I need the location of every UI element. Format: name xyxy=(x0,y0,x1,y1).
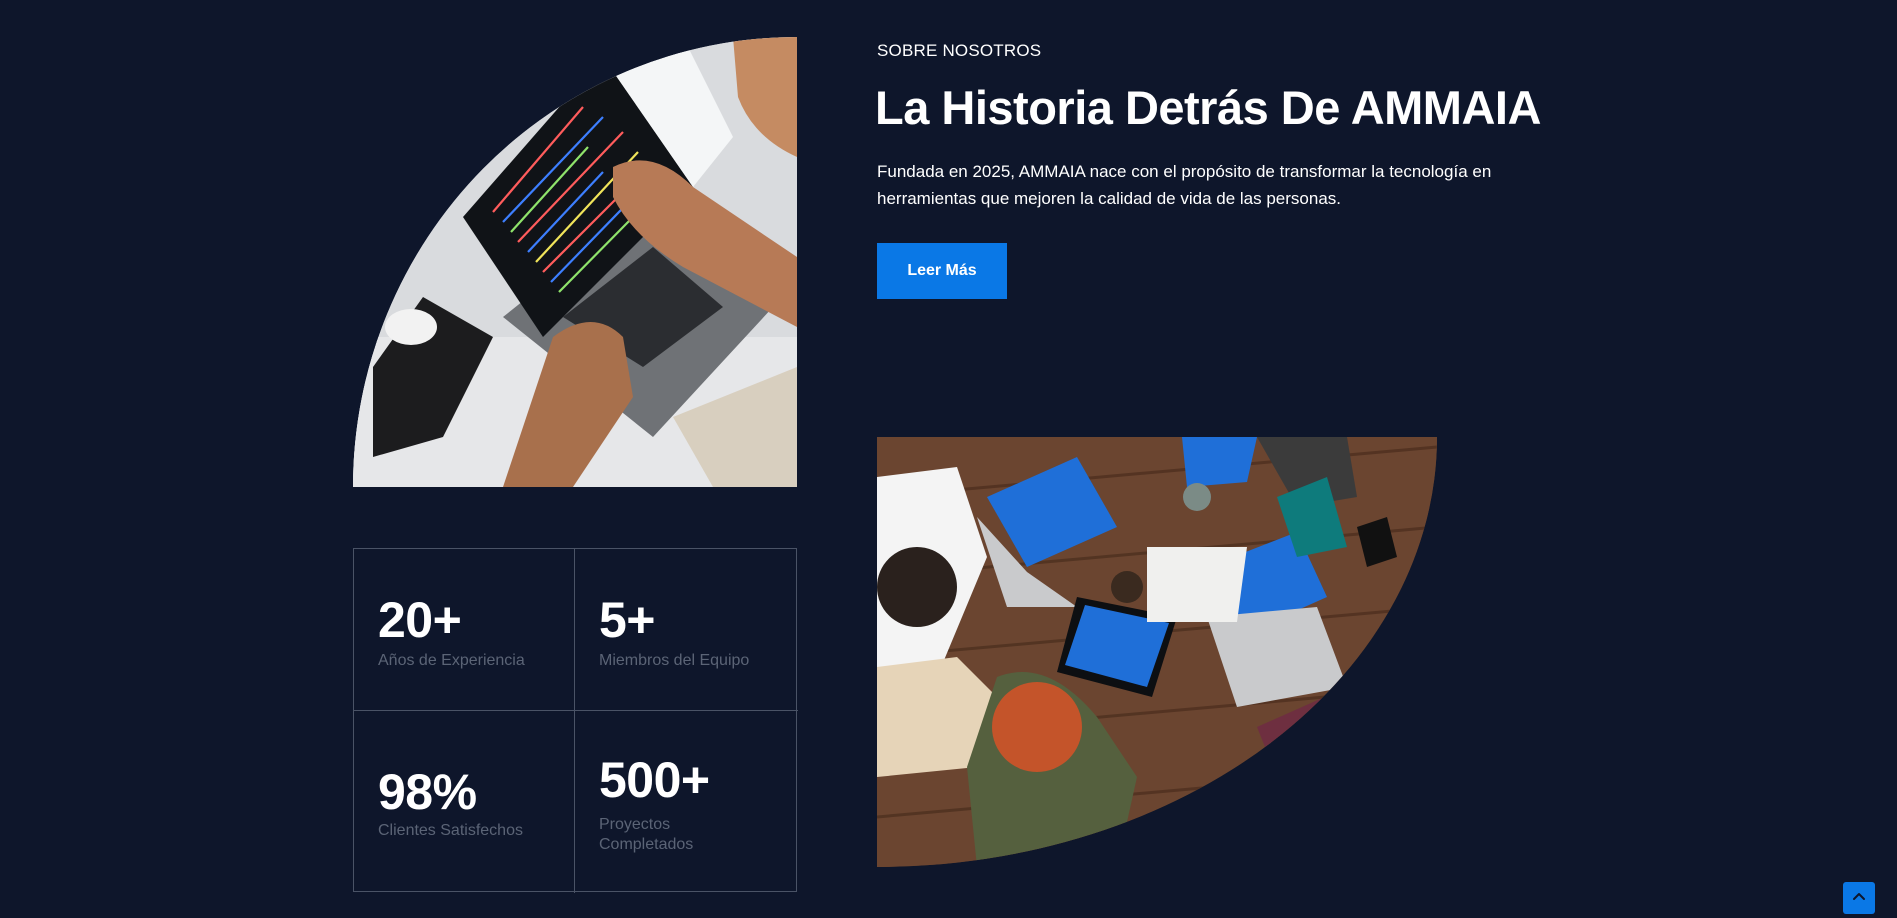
about-section: SOBRE NOSOTROS La Historia Detrás De AMM… xyxy=(0,0,1897,918)
chevron-up-icon xyxy=(1851,889,1867,908)
stat-value: 500+ xyxy=(599,752,710,808)
read-more-button[interactable]: Leer Más xyxy=(877,243,1007,299)
section-eyebrow: SOBRE NOSOTROS xyxy=(877,41,1042,60)
stat-label: Proyectos Completados xyxy=(599,816,694,853)
stat-value: 5+ xyxy=(599,592,656,648)
stat-value: 20+ xyxy=(378,592,462,648)
stat-satisfied-clients: 98% Clientes Satisfechos xyxy=(354,711,575,893)
stat-experience: 20+ Años de Experiencia xyxy=(354,549,575,711)
stat-label: Miembros del Equipo xyxy=(599,652,750,669)
stat-label: Años de Experiencia xyxy=(378,652,525,669)
stat-value: 98% xyxy=(378,764,477,820)
stat-completed-projects: 500+ Proyectos Completados xyxy=(575,711,798,893)
team-meeting-image xyxy=(877,437,1437,867)
section-description: Fundada en 2025, AMMAIA nace con el prop… xyxy=(877,162,1492,208)
stat-team-members: 5+ Miembros del Equipo xyxy=(575,549,798,711)
stat-label: Clientes Satisfechos xyxy=(378,822,523,839)
stats-grid: 20+ Años de Experiencia 5+ Miembros del … xyxy=(353,548,798,893)
scroll-to-top-button[interactable] xyxy=(1843,882,1875,914)
laptop-coding-image xyxy=(353,37,797,487)
section-headline: La Historia Detrás De AMMAIA xyxy=(875,81,1541,134)
